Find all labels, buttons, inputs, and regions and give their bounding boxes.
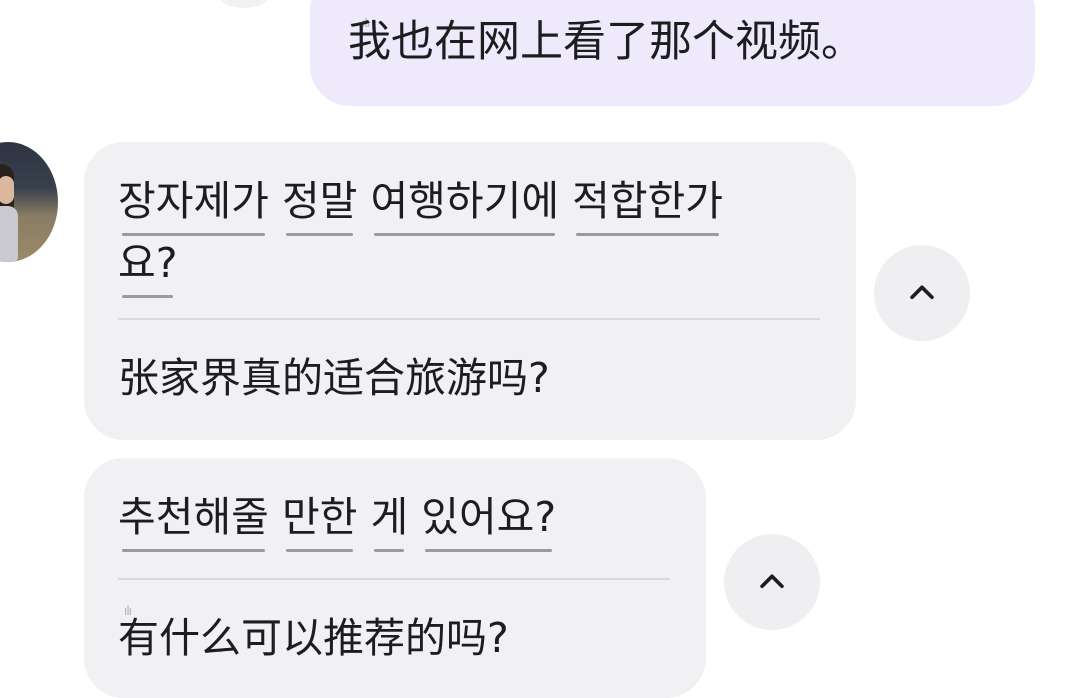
incoming-message-bubble[interactable]: 추천해줄 만한 게 있어요? ılı 有什么可以推荐的吗?: [84, 458, 706, 698]
collapse-translation-button[interactable]: [724, 534, 820, 630]
original-text-line-1: 추천해줄 만한 게 있어요?: [118, 486, 556, 552]
word-token[interactable]: 요?: [118, 232, 177, 298]
chevron-up-icon: [760, 574, 784, 589]
word-token[interactable]: 적합한가: [572, 170, 723, 236]
top-round-button-partial[interactable]: [212, 0, 276, 8]
word-token[interactable]: 있어요?: [421, 486, 556, 552]
word-token[interactable]: 정말: [282, 170, 357, 236]
translated-text: 张家界真的适合旅游吗?: [118, 354, 550, 402]
word-token[interactable]: 여행하기에: [370, 170, 559, 236]
word-token[interactable]: 만한: [282, 486, 357, 552]
original-text-line-2: 요?: [118, 232, 177, 298]
translation-divider: [118, 578, 670, 580]
word-token[interactable]: 추천해줄: [118, 486, 269, 552]
chevron-up-icon: [910, 285, 934, 300]
translation-divider: [118, 318, 820, 320]
word-token[interactable]: 게: [370, 486, 408, 552]
avatar-face: [0, 176, 14, 204]
original-text-line-1: 장자제가 정말 여행하기에 적합한가: [118, 170, 723, 236]
contact-avatar[interactable]: [0, 142, 58, 262]
word-token[interactable]: 장자제가: [118, 170, 269, 236]
incoming-message-bubble[interactable]: 장자제가 정말 여행하기에 적합한가 요? 张家界真的适合旅游吗?: [84, 142, 856, 440]
collapse-translation-button[interactable]: [874, 245, 970, 341]
avatar-body: [0, 206, 18, 262]
outgoing-message-bubble[interactable]: ılı 我也在网上看了那个视频。: [310, 0, 1035, 106]
translated-text: 有什么可以推荐的吗?: [118, 614, 509, 662]
outgoing-message-text: 我也在网上看了那个视频。: [348, 17, 864, 67]
